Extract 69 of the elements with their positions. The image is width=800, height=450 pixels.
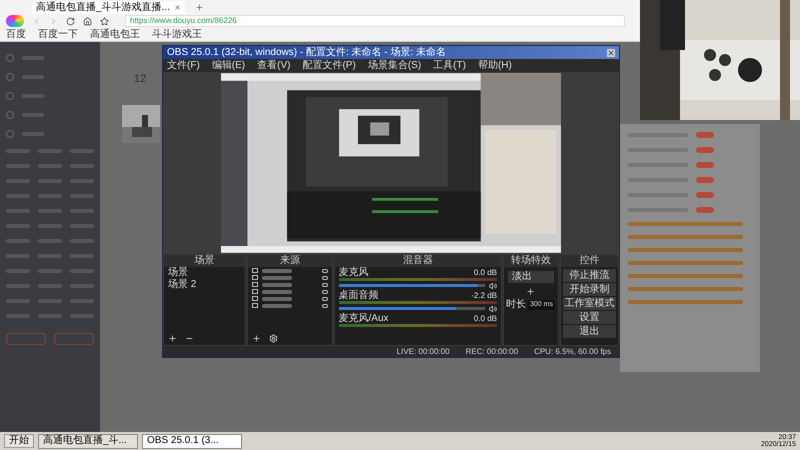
badge-drawing <box>696 132 714 138</box>
track-reading: 0.0 dB <box>474 313 498 324</box>
bookmark-link[interactable]: 百度一下 <box>38 30 78 40</box>
menu-item[interactable]: 编辑(E) <box>212 60 246 70</box>
star-icon[interactable] <box>100 16 109 26</box>
control-button[interactable]: 退出 <box>562 325 616 338</box>
scene-item[interactable]: 场景 <box>164 267 246 279</box>
close-icon[interactable] <box>174 4 181 11</box>
track-name: 桌面音频 <box>338 290 379 301</box>
reload-icon[interactable] <box>66 16 75 26</box>
status-text: CPU: 6.5%, 60.00 fps <box>534 348 611 356</box>
volume-slider[interactable] <box>338 307 486 310</box>
speaker-icon[interactable] <box>489 282 498 290</box>
dock-title: 转场特效 <box>504 255 558 267</box>
track-name: 麦克风/Aux <box>338 313 389 324</box>
badge-drawing <box>696 147 714 153</box>
control-button[interactable]: 设置 <box>562 311 616 324</box>
menu-item[interactable]: 帮助(H) <box>478 60 512 70</box>
browser-tab[interactable]: 高通电包直播_斗斗游戏直播... <box>32 1 185 14</box>
bookmark-link[interactable]: 百度 <box>6 30 26 40</box>
blurred-text-drawing <box>262 268 292 272</box>
blurred-text-drawing <box>262 296 292 300</box>
taskbar-task[interactable]: OBS 25.0.1 (3... <box>142 434 242 448</box>
badge-drawing <box>696 207 714 213</box>
track-reading: 0.0 dB <box>474 267 498 278</box>
control-button[interactable]: 工作室模式 <box>562 297 616 310</box>
blurred-text-drawing <box>262 290 292 294</box>
menu-item[interactable]: 文件(F) <box>167 60 200 70</box>
transition-select[interactable]: 淡出 <box>508 271 554 283</box>
track-reading: -2.2 dB <box>471 290 498 301</box>
settings-icon[interactable] <box>269 334 278 343</box>
add-icon[interactable] <box>526 287 536 296</box>
dock-title: 来源 <box>248 255 332 267</box>
status-text: REC: 00:00:00 <box>466 348 518 356</box>
dock-title: 控件 <box>560 255 618 267</box>
control-button[interactable]: 开始录制 <box>562 283 616 296</box>
bookmark-link[interactable]: 斗斗游戏王 <box>152 30 202 40</box>
control-button[interactable]: 停止推流 <box>562 269 616 282</box>
menu-item[interactable]: 工具(T) <box>433 60 466 70</box>
blurred-text-drawing <box>262 276 292 280</box>
menu-item[interactable]: 场景集合(S) <box>368 60 422 70</box>
add-icon[interactable] <box>168 334 177 343</box>
new-tab-icon[interactable] <box>194 3 204 12</box>
url-text: https://www.douyu.com/86226 <box>130 17 237 25</box>
tab-title: 高通电包直播_斗斗游戏直播... <box>36 2 170 12</box>
menu-item[interactable]: 配置文件(P) <box>302 60 356 70</box>
taskbar-task[interactable]: 高通电包直播_斗... <box>38 434 138 448</box>
badge-drawing <box>696 162 714 168</box>
badge-drawing <box>696 177 714 183</box>
count-text: 12 <box>134 74 146 85</box>
blurred-text-drawing <box>262 282 292 286</box>
menu-item[interactable]: 查看(V) <box>257 60 290 70</box>
track-name: 麦克风 <box>338 267 369 278</box>
scene-item[interactable]: 场景 2 <box>164 279 246 291</box>
home-icon[interactable] <box>83 16 92 26</box>
logo-icon[interactable] <box>6 15 24 27</box>
dock-title: 场景 <box>164 255 246 267</box>
start-button[interactable]: 开始 <box>4 434 34 448</box>
add-icon[interactable] <box>252 334 262 343</box>
blurred-text-drawing <box>262 304 292 308</box>
status-text: LIVE: 00:00:00 <box>396 348 450 356</box>
close-icon[interactable] <box>607 48 615 56</box>
dock-title: 混音器 <box>334 255 502 267</box>
badge-drawing <box>696 192 714 198</box>
address-field[interactable]: https://www.douyu.com/86226 <box>125 15 625 27</box>
bookmark-link[interactable]: 高通电包王 <box>90 30 140 40</box>
speaker-icon[interactable] <box>489 304 498 312</box>
duration-label: 时长 <box>506 300 526 310</box>
window-title: OBS 25.0.1 (32-bit, windows) - 配置文件: 未命名 - 场景: 未命名 <box>167 48 446 58</box>
